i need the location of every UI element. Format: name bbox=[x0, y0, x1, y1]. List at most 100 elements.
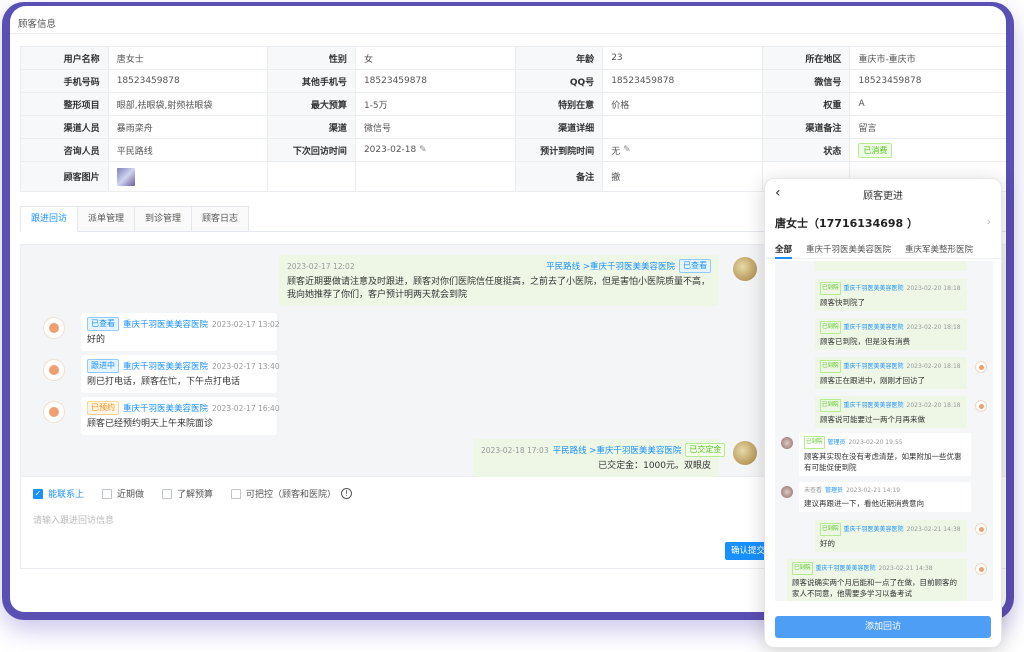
info-circle-icon[interactable]: ! bbox=[341, 488, 353, 499]
follow-up-input[interactable]: 请输入跟进回访信息 bbox=[33, 513, 114, 526]
customer-photo-thumbnail[interactable] bbox=[116, 167, 135, 186]
admin-avatar bbox=[781, 437, 793, 449]
tab-dispatch[interactable]: 派单管理 bbox=[77, 206, 136, 231]
customer-info-table: 用户名称 唐女士 性别女 年龄 23 所在地区 重庆市-重庆市 手机号码 1852345… bbox=[20, 46, 1006, 192]
mobile-tab-bar: 全部 重庆千羽医美美容医院 重庆军美整形医院 bbox=[765, 237, 1001, 259]
feed-text: 建议再跟进一下，看他近期消费意向 bbox=[804, 499, 924, 508]
info-label: 渠道备注 bbox=[762, 116, 851, 139]
hospital-logo-avatar bbox=[975, 361, 987, 373]
info-row: 手机号码 18523459878 其他手机号 18523459878 QQ号 1852… bbox=[21, 70, 1006, 93]
info-value: 暴雨栾舟 bbox=[108, 116, 269, 139]
customer-photo-cell bbox=[108, 162, 269, 192]
mobile-tab-junmei[interactable]: 重庆军美整形医院 bbox=[905, 243, 973, 258]
follow-up-checkboxes: ✓ 能联系上 近期做 了解预算 可把控（顾客和医院）! bbox=[33, 487, 353, 500]
info-value: 女 bbox=[355, 47, 516, 70]
info-value: 唐女士 bbox=[108, 47, 269, 70]
info-row: 渠道人员 暴雨栾舟 渠道 微信号 渠道详细 渠道备注 留言 bbox=[21, 116, 1006, 139]
hospital-logo-avatar bbox=[43, 401, 65, 423]
info-label: 其他手机号 bbox=[268, 70, 356, 93]
mobile-tab-all[interactable]: 全部 bbox=[775, 243, 793, 259]
info-value-empty bbox=[355, 162, 516, 192]
expected-visit-field[interactable]: 无 ✎ bbox=[603, 139, 763, 162]
status-cell: 已消费 bbox=[850, 139, 1006, 162]
message-sender: 重庆千羽医美美容医院 bbox=[123, 404, 209, 414]
add-follow-up-button[interactable]: 添加回访 bbox=[775, 616, 991, 638]
mobile-feed: 已到院 重庆千羽医美美容医院 2023-02-20 18:18 顾客快到院了 已到院… bbox=[775, 261, 993, 601]
info-value bbox=[603, 116, 763, 139]
info-label: 备注 bbox=[515, 162, 604, 192]
page-title: 顾客信息 bbox=[10, 6, 1006, 34]
info-value: 眼部,祛眼袋,射频祛眼袋 bbox=[108, 93, 269, 116]
info-label: 用户名称 bbox=[21, 47, 109, 70]
mobile-tab-qianyu[interactable]: 重庆千羽医美美容医院 bbox=[806, 243, 891, 258]
chat-message-left: 已预约 重庆千羽医美美容医院 2023-02-17 16:40 顾客已经预约明天上午… bbox=[81, 397, 280, 435]
checkbox-square bbox=[102, 488, 113, 499]
admin-avatar bbox=[781, 486, 793, 498]
feed-text: 顾客快到院了 bbox=[820, 298, 865, 307]
message-text: 刚已打电话，顾客在忙，下午点打电话 bbox=[87, 377, 241, 387]
info-value: 重庆市-重庆市 bbox=[850, 47, 1006, 70]
edit-pencil-icon[interactable]: ✎ bbox=[623, 145, 631, 155]
message-sender: 平民路线 >重庆千羽医美美容医院 bbox=[546, 262, 675, 272]
feed-item: 已到院 重庆千羽医美美容医院 2023-02-20 18:18 顾客已到院，但是没有… bbox=[815, 318, 967, 350]
info-label: 渠道详细 bbox=[515, 116, 604, 139]
tab-log[interactable]: 顾客日志 bbox=[191, 206, 250, 231]
info-label: QQ号 bbox=[515, 70, 604, 93]
info-value: 撤 bbox=[603, 162, 763, 192]
info-label-empty bbox=[268, 162, 356, 192]
tab-visit[interactable]: 到诊管理 bbox=[134, 206, 193, 231]
info-label: 权重 bbox=[762, 93, 851, 116]
chevron-left-icon[interactable]: ‹ bbox=[775, 185, 781, 201]
feed-item: 未查看 管理员 2023-02-21 14:19 建议再跟进一下，看他近期消费意向 bbox=[799, 482, 971, 512]
tab-follow-up[interactable]: 跟进回访 bbox=[20, 206, 79, 232]
info-label: 预计到院时间 bbox=[515, 139, 604, 162]
info-value: 18523459878 bbox=[603, 70, 763, 93]
hospital-logo-avatar bbox=[43, 317, 65, 339]
next-visit-value: 2023-02-18 bbox=[363, 145, 417, 155]
info-label: 渠道人员 bbox=[21, 116, 109, 139]
info-value: 18523459878 bbox=[850, 70, 1006, 93]
status-badge: 已消费 bbox=[858, 142, 893, 158]
info-row: 整形项目 眼部,祛眼袋,射频祛眼袋 最大预算 1-5万 特别在意 价格 权重 A bbox=[21, 93, 1006, 116]
message-sender: 重庆千羽医美美容医院 bbox=[123, 362, 209, 372]
info-value: 18523459878 bbox=[108, 70, 269, 93]
message-text: 已交定金：1000元。双眼皮 bbox=[598, 461, 711, 471]
info-value: 平民路线 bbox=[108, 139, 269, 162]
message-sender: 平民路线 >重庆千羽医美美容医院 bbox=[552, 446, 682, 456]
mobile-header: ‹ 顾客更进 bbox=[765, 179, 1001, 209]
feed-text: 顾客已到院，但是没有消费 bbox=[820, 337, 910, 346]
info-value: A bbox=[850, 93, 1006, 116]
check-icon: ✓ bbox=[33, 488, 43, 499]
checkbox-soon[interactable]: 近期做 bbox=[102, 487, 144, 500]
info-label: 所在地区 bbox=[762, 47, 851, 70]
info-label: 状态 bbox=[762, 139, 851, 162]
mobile-customer-name[interactable]: 唐女士（17716134698 ） › bbox=[765, 209, 1001, 237]
status-badge: 已查看 bbox=[87, 317, 119, 331]
info-label: 手机号码 bbox=[21, 70, 109, 93]
info-value: 18523459878 bbox=[355, 70, 516, 93]
checkbox-budget[interactable]: 了解预算 bbox=[162, 487, 213, 500]
checkbox-controllable[interactable]: 可把控（顾客和医院）! bbox=[231, 487, 353, 500]
next-visit-field[interactable]: 2023-02-18 ✎ bbox=[355, 139, 516, 162]
info-label: 下次回访时间 bbox=[268, 139, 356, 162]
feed-text: 顾客说可能要过一两个月再来做 bbox=[820, 415, 925, 424]
info-row: 用户名称 唐女士 性别女 年龄 23 所在地区 重庆市-重庆市 bbox=[21, 47, 1006, 70]
checkbox-reachable[interactable]: ✓ 能联系上 bbox=[33, 487, 84, 500]
avatar bbox=[733, 257, 757, 281]
info-row: 咨询人员 平民路线 下次回访时间 2023-02-18 ✎ 预计到院时间 无 ✎ … bbox=[21, 139, 1006, 162]
expected-visit-value: 无 bbox=[611, 146, 621, 157]
info-label: 顾客图片 bbox=[21, 162, 109, 192]
message-text: 顾客近期要做请注意及时跟进，顾客对你们医院信任度挺高，之前去了小医院，但是害怕小… bbox=[287, 277, 711, 300]
status-badge: 跟进中 bbox=[87, 359, 119, 373]
chevron-right-icon: › bbox=[986, 215, 991, 228]
feed-item: 已到院 管理员 2023-02-20 19:55 顾客其实现在没有考虑清楚，如果附加… bbox=[799, 433, 971, 476]
edit-pencil-icon[interactable]: ✎ bbox=[419, 145, 427, 155]
info-value: 1-5万 bbox=[355, 93, 516, 116]
avatar bbox=[733, 441, 757, 465]
info-label: 性别 bbox=[268, 47, 356, 70]
info-label: 特别在意 bbox=[515, 93, 604, 116]
hospital-logo-avatar bbox=[975, 563, 987, 575]
feed-text: 顾客说确实两个月后能和一点了在做，目前顾客的家人不同意，他需要多学习以备考试 bbox=[792, 578, 957, 598]
message-time: 2023-02-17 12:02 bbox=[287, 261, 355, 271]
message-time: 2023-02-17 13:02 bbox=[212, 319, 280, 329]
